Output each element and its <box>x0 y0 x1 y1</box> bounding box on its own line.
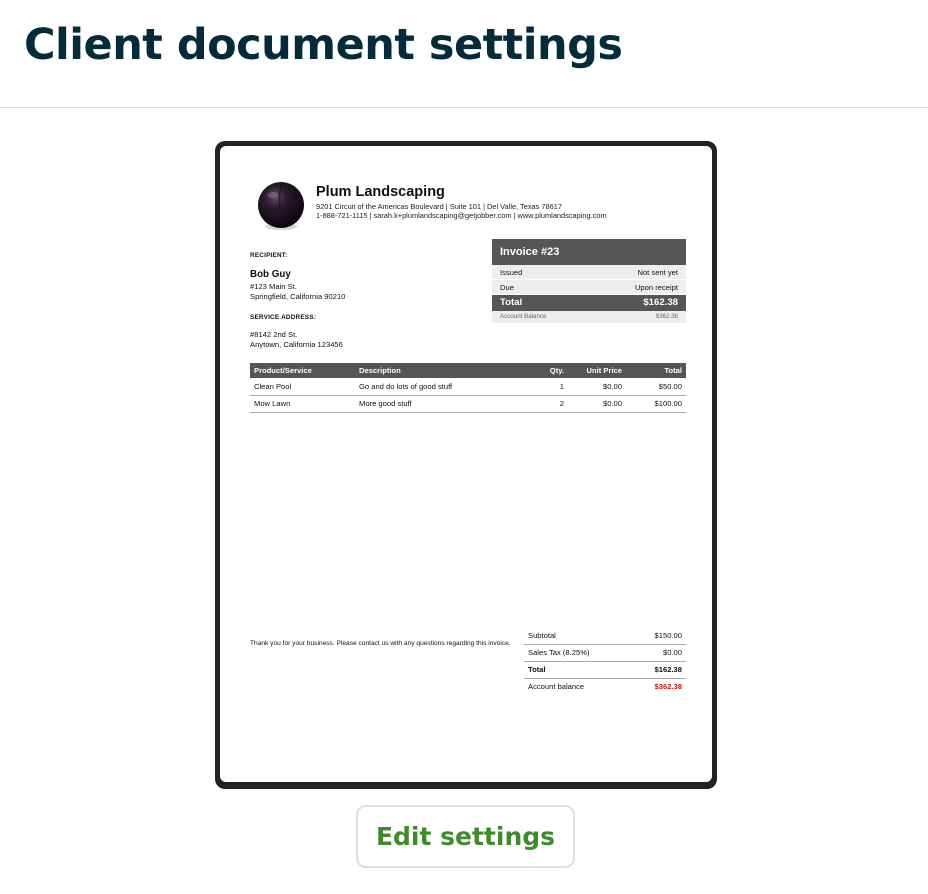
row-qty: 2 <box>528 395 568 413</box>
account-balance-label: Account balance <box>528 682 585 691</box>
issued-label: Issued <box>500 268 523 277</box>
company-contact: 1-888-721-1115 | sarah.k+plumlandscaping… <box>316 211 607 220</box>
invoice-balance-row: Account Balance $362.38 <box>492 311 686 323</box>
total-value: $162.38 <box>654 665 682 674</box>
total-label: Total <box>528 665 546 674</box>
row-total: $100.00 <box>626 395 686 413</box>
col-unit-price: Unit Price <box>568 363 626 378</box>
line-items-table: Product/Service Description Qty. Unit Pr… <box>250 363 686 413</box>
table-row: Mow Lawn More good stuff 2 $0.00 $100.00 <box>250 395 686 413</box>
totals-summary: Subtotal $150.00 Sales Tax (8.25%) $0.00… <box>524 628 686 696</box>
company-address: 9201 Circuit of the Americas Boulevard |… <box>316 202 562 211</box>
invoice-total-row: Total $162.38 <box>492 295 686 311</box>
invoice-title: Invoice #23 <box>492 239 686 265</box>
recipient-label: RECIPIENT: <box>250 252 288 259</box>
invoice-document: Plum Landscaping 9201 Circuit of the Ame… <box>220 146 712 782</box>
due-value: Upon receipt <box>634 283 678 292</box>
invoice-balance-label: Account Balance <box>500 313 547 320</box>
line-items-header: Product/Service Description Qty. Unit Pr… <box>250 363 686 378</box>
row-unit-price: $0.00 <box>568 378 626 396</box>
tax-row: Sales Tax (8.25%) $0.00 <box>524 645 686 662</box>
recipient-street: #123 Main St. <box>250 282 297 291</box>
total-row: Total $162.38 <box>524 662 686 679</box>
col-total: Total <box>626 363 686 378</box>
invoice-summary: Invoice #23 Issued Not sent yet Due Upon… <box>492 239 686 323</box>
account-balance-row: Account balance $362.38 <box>524 679 686 696</box>
account-balance-value: $362.38 <box>654 682 682 691</box>
tax-value: $0.00 <box>662 648 682 657</box>
header-divider <box>0 107 928 108</box>
edit-settings-button[interactable]: Edit settings <box>356 805 575 868</box>
tax-label: Sales Tax (8.25%) <box>528 648 590 657</box>
row-total: $50.00 <box>626 378 686 396</box>
table-row: Clean Pool Go and do lots of good stuff … <box>250 378 686 396</box>
invoice-issued-row: Issued Not sent yet <box>492 265 686 280</box>
company-name: Plum Landscaping <box>316 184 445 200</box>
thank-you-note: Thank you for your business. Please cont… <box>250 640 511 647</box>
invoice-total-label: Total <box>500 297 523 308</box>
col-qty: Qty. <box>528 363 568 378</box>
document-preview: Plum Landscaping 9201 Circuit of the Ame… <box>215 141 717 789</box>
service-address-label: SERVICE ADDRESS: <box>250 314 317 321</box>
plum-fruit-icon <box>258 182 304 230</box>
col-description: Description <box>355 363 528 378</box>
subtotal-row: Subtotal $150.00 <box>524 628 686 645</box>
service-city: Anytown, California 123456 <box>250 340 343 349</box>
row-unit-price: $0.00 <box>568 395 626 413</box>
row-qty: 1 <box>528 378 568 396</box>
invoice-total-value: $162.38 <box>643 297 678 308</box>
page-title: Client document settings <box>24 20 623 70</box>
recipient-name: Bob Guy <box>250 269 291 280</box>
row-description: Go and do lots of good stuff <box>355 378 528 396</box>
row-description: More good stuff <box>355 395 528 413</box>
col-product: Product/Service <box>250 363 355 378</box>
due-label: Due <box>500 283 514 292</box>
service-street: #8142 2nd St. <box>250 330 298 339</box>
recipient-city: Springfield, California 90210 <box>250 292 346 301</box>
invoice-due-row: Due Upon receipt <box>492 280 686 295</box>
invoice-balance-value: $362.38 <box>655 313 678 320</box>
row-product: Clean Pool <box>250 378 355 396</box>
issued-value: Not sent yet <box>637 268 678 277</box>
subtotal-value: $150.00 <box>654 631 682 640</box>
subtotal-label: Subtotal <box>528 631 556 640</box>
row-product: Mow Lawn <box>250 395 355 413</box>
